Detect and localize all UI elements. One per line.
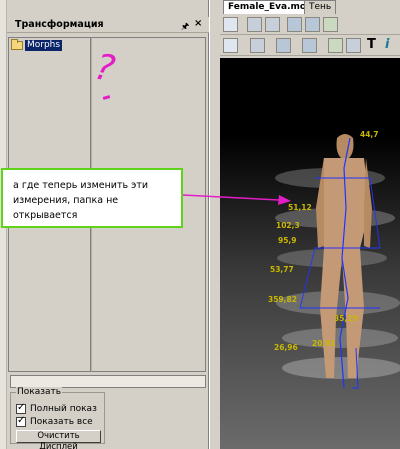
film-icon[interactable]: [328, 38, 343, 53]
info-icon[interactable]: i: [385, 37, 389, 52]
measure-label: 44,7: [360, 130, 379, 139]
settings-icon[interactable]: [346, 38, 361, 53]
full-show-row[interactable]: Полный показ: [16, 402, 97, 414]
full-show-label: Полный показ: [30, 404, 97, 414]
tab-shadow[interactable]: Тень: [304, 0, 337, 14]
pointer-icon[interactable]: [223, 17, 238, 32]
tree-item-label: Morphs: [25, 40, 63, 51]
panel-header: Трансформация 🖈 ×: [7, 17, 209, 33]
measure-label: 102,3: [276, 221, 300, 230]
axis-icon[interactable]: [250, 38, 265, 53]
3d-viewport[interactable]: 44,7 51,12 102,3 95,9 53,77 359,82 35,19…: [220, 58, 400, 449]
tree-item-morphs[interactable]: Morphs: [11, 39, 63, 52]
toolbar-bottom: T i: [220, 36, 400, 56]
show-all-row[interactable]: Показать все: [16, 415, 93, 427]
clear-display-button[interactable]: Очистить Дисплей: [16, 430, 101, 449]
measure-label: 35,19: [334, 314, 358, 323]
full-show-checkbox[interactable]: [16, 402, 26, 414]
measure-label: 20,91: [312, 339, 336, 348]
pin-icon[interactable]: 🖈: [181, 19, 189, 35]
close-icon[interactable]: ×: [194, 18, 202, 29]
text-tool-icon[interactable]: T: [367, 37, 376, 52]
play-icon[interactable]: [265, 17, 280, 32]
camera-icon[interactable]: [276, 38, 291, 53]
media-icon[interactable]: [247, 17, 262, 32]
measure-label: 359,82: [268, 295, 297, 304]
measure-label: 95,9: [278, 236, 297, 245]
model-render: [275, 134, 400, 389]
show-group: Показать Полный показ Показать все Очист…: [10, 387, 105, 449]
folder-icon: [11, 39, 23, 50]
show-all-checkbox[interactable]: [16, 415, 26, 427]
measure-label: 53,77: [270, 265, 294, 274]
editor-pane: Female_Eva.mod Тень T i 44,7 51,12 102,3…: [220, 0, 400, 449]
frame-icon[interactable]: [287, 17, 302, 32]
editor-tabs: Female_Eva.mod Тень: [220, 0, 400, 14]
splitter[interactable]: [209, 0, 220, 449]
panel-title: Трансформация: [15, 19, 104, 30]
light-icon[interactable]: [302, 38, 317, 53]
show-all-label: Показать все: [30, 417, 93, 427]
toolbar-top: [220, 15, 400, 35]
measure-label: 26,96: [274, 343, 298, 352]
select-icon[interactable]: [223, 38, 238, 53]
grid-icon[interactable]: [305, 17, 320, 32]
show-group-legend: Показать: [16, 387, 63, 397]
render-icon[interactable]: [323, 17, 338, 32]
annotation-arrow: [183, 194, 291, 205]
annotation-callout: а где теперь изменить эти измерения, пап…: [1, 168, 183, 228]
